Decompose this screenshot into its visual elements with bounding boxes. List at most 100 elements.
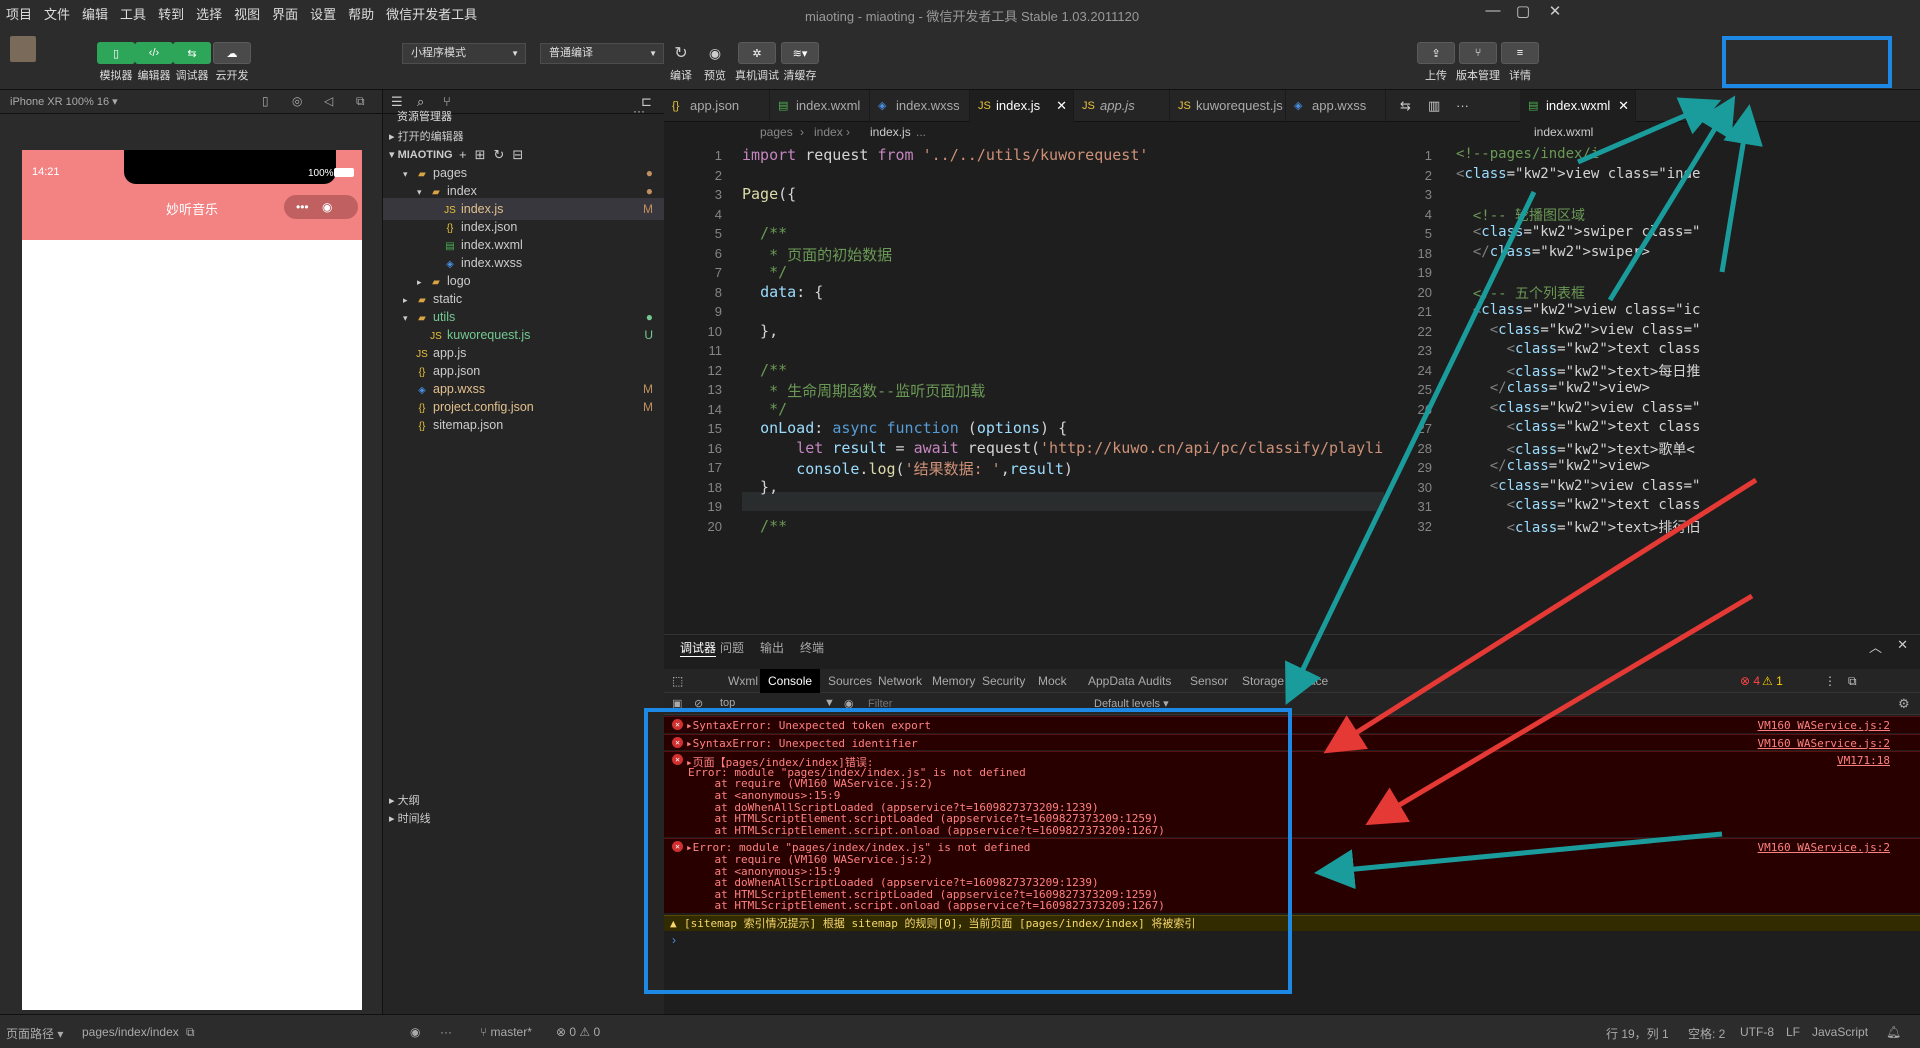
gear-icon[interactable]: ⚙	[1898, 696, 1910, 712]
copy-icon[interactable]: ⧉	[186, 1025, 195, 1040]
problems-count[interactable]: ⊗ 0 ⚠ 0	[556, 1025, 600, 1039]
close-tab-icon[interactable]: ✕	[1056, 90, 1067, 122]
devtools-tab[interactable]: Audits	[1130, 669, 1179, 693]
close-icon[interactable]: ✕	[1897, 637, 1908, 653]
language-mode[interactable]: JavaScript	[1812, 1025, 1868, 1039]
more-icon[interactable]: ···	[633, 104, 645, 118]
editor-tab[interactable]: ▤ index.wxml	[770, 90, 870, 122]
cursor-position[interactable]: 行 19，列 1	[1606, 1025, 1669, 1042]
timeline-section[interactable]: ▸ 时间线	[383, 808, 665, 830]
device-select[interactable]: iPhone XR 100% 16 ▾	[10, 95, 118, 108]
eye-icon[interactable]: ◉	[410, 1025, 420, 1039]
devtools-tab[interactable]: Network	[870, 669, 930, 693]
right-code-editor[interactable]: 1 <!--pages/index/i 2 <class="kw2">view cla…	[1384, 142, 1920, 634]
git-icon[interactable]: ⑂	[443, 94, 451, 109]
compile-mode-select[interactable]: 普通编译 ▼	[540, 43, 664, 64]
minimize-button[interactable]: —	[1478, 2, 1508, 24]
window-title: miaoting - miaoting - 微信开发者工具 Stable 1.0…	[805, 9, 1140, 24]
panel-tab[interactable]: 终端	[800, 639, 824, 656]
editor-tab[interactable]: ◈ index.wxss	[870, 90, 970, 122]
line-number: 10	[707, 323, 722, 339]
code-line: <class="kw2">view class="	[1489, 321, 1701, 338]
breadcrumb-item[interactable]: index.js	[870, 125, 911, 139]
menu-item[interactable]: 项目	[0, 4, 38, 23]
more-icon[interactable]: ···	[440, 1025, 452, 1039]
menu-item[interactable]: 微信开发者工具	[380, 4, 483, 23]
code-line: */	[742, 399, 788, 418]
devtools-tab[interactable]: Trace	[1290, 669, 1336, 693]
compare-icon[interactable]: ⇆	[1400, 98, 1411, 114]
editor-tab[interactable]: {} app.json	[664, 90, 770, 122]
editor-tab[interactable]: ◈ app.wxss	[1286, 90, 1386, 122]
editor-tabs: {} app.json ▤ index.wxml ◈ index.wxss JS index.…	[664, 90, 1920, 122]
editor-tab[interactable]: JS app.js	[1074, 90, 1170, 122]
line-number: 12	[707, 362, 722, 378]
devtools-tab[interactable]: Sensor	[1182, 669, 1236, 693]
right-breadcrumb[interactable]: index.wxml	[1534, 125, 1593, 139]
source-link[interactable]: VM160 WAService.js:2	[1758, 719, 1890, 732]
more-icon[interactable]: ⋮	[1824, 674, 1836, 688]
inspect-icon[interactable]: ⬚	[672, 674, 683, 688]
record-icon[interactable]: ◎	[292, 94, 302, 108]
tree-item-label: index.wxml	[461, 238, 523, 252]
eol[interactable]: LF	[1786, 1025, 1800, 1039]
sound-icon[interactable]: ◁	[324, 94, 333, 108]
breadcrumb-item[interactable]: pages	[760, 125, 793, 139]
source-link[interactable]: VM171:18	[1837, 754, 1890, 767]
line-number: 17	[707, 460, 722, 475]
menu-item[interactable]: 编辑	[76, 4, 114, 23]
phone-icon[interactable]: ▯	[262, 94, 269, 108]
code-line: <class="kw2">text>每日推	[1506, 363, 1701, 380]
line-number: 28	[1417, 440, 1432, 456]
panel-tab[interactable]: 问题	[720, 639, 744, 656]
devtools-tab[interactable]: Storage	[1234, 669, 1292, 693]
close-window-button[interactable]: ✕	[1540, 2, 1570, 24]
menu-item[interactable]: 帮助	[342, 4, 380, 23]
maximize-button[interactable]: ▢	[1508, 2, 1538, 24]
clear-cache-button[interactable]: ≋▾ 清缓存	[780, 42, 820, 83]
chevron-up-icon[interactable]: ︿	[1869, 637, 1882, 656]
panel-tab[interactable]: 调试器	[680, 639, 717, 657]
devtools-tab[interactable]: Security	[974, 669, 1033, 693]
phone-screen[interactable]: 14:21 100% 妙听音乐 ••• ◉	[22, 150, 362, 1010]
devtools-tab[interactable]: Mock	[1030, 669, 1075, 693]
cloud-button[interactable]: ☁ 云开发	[212, 42, 252, 83]
menu-item[interactable]: 转到	[152, 4, 190, 23]
menu-item[interactable]: 工具	[114, 4, 152, 23]
avatar[interactable]	[10, 36, 36, 62]
upload-icon: ⇪	[1417, 42, 1455, 64]
git-branch[interactable]: ⑂ master*	[480, 1025, 532, 1039]
right-editor-tab[interactable]: ▤ index.wxml ✕	[1520, 90, 1636, 122]
window-icon[interactable]: ⧉	[356, 94, 365, 109]
line-number: 30	[1417, 479, 1432, 495]
indent-setting[interactable]: 空格: 2	[1688, 1025, 1725, 1042]
code-line: onLoad: async function (options) {	[760, 419, 1068, 437]
details-button[interactable]: ≡ 详情	[1500, 42, 1540, 83]
line-number: 2	[1424, 167, 1432, 183]
bell-icon[interactable]: 🔔︎	[1886, 1025, 1901, 1039]
devtools-tab[interactable]: Console	[760, 669, 821, 693]
menu-item[interactable]: 设置	[304, 4, 342, 23]
panel-tab[interactable]: 输出	[760, 639, 784, 656]
split-editor-icon[interactable]: ▥	[1428, 98, 1440, 114]
tree-item[interactable]: {} sitemap.json	[383, 414, 665, 436]
dock-icon[interactable]: ⧉	[1848, 674, 1857, 689]
editor-tab[interactable]: JS index.js ✕	[970, 90, 1074, 122]
tree-item-label: kuworequest.js	[447, 328, 531, 342]
menu-item[interactable]: 选择	[190, 4, 228, 23]
encoding[interactable]: UTF-8	[1740, 1025, 1774, 1039]
breadcrumb-item[interactable]: index	[814, 125, 843, 139]
source-link[interactable]: VM160 WAService.js:2	[1758, 841, 1890, 854]
close-tab-icon[interactable]: ✕	[1618, 90, 1629, 122]
outline-label: 大纲	[397, 795, 420, 807]
breadcrumb-item[interactable]: ...	[916, 125, 926, 139]
mode-select[interactable]: 小程序模式 ▼	[402, 43, 526, 64]
menu-item[interactable]: 文件	[38, 4, 76, 23]
editor-tab[interactable]: JS kuworequest.js	[1170, 90, 1286, 122]
page-path-label[interactable]: 页面路径 ▾	[6, 1025, 63, 1042]
more-icon[interactable]: ···	[1456, 98, 1469, 113]
capsule-button[interactable]: ••• ◉	[284, 195, 358, 219]
source-link[interactable]: VM160 WAService.js:2	[1758, 737, 1890, 750]
menu-item[interactable]: 视图	[228, 4, 266, 23]
menu-item[interactable]: 界面	[266, 4, 304, 23]
